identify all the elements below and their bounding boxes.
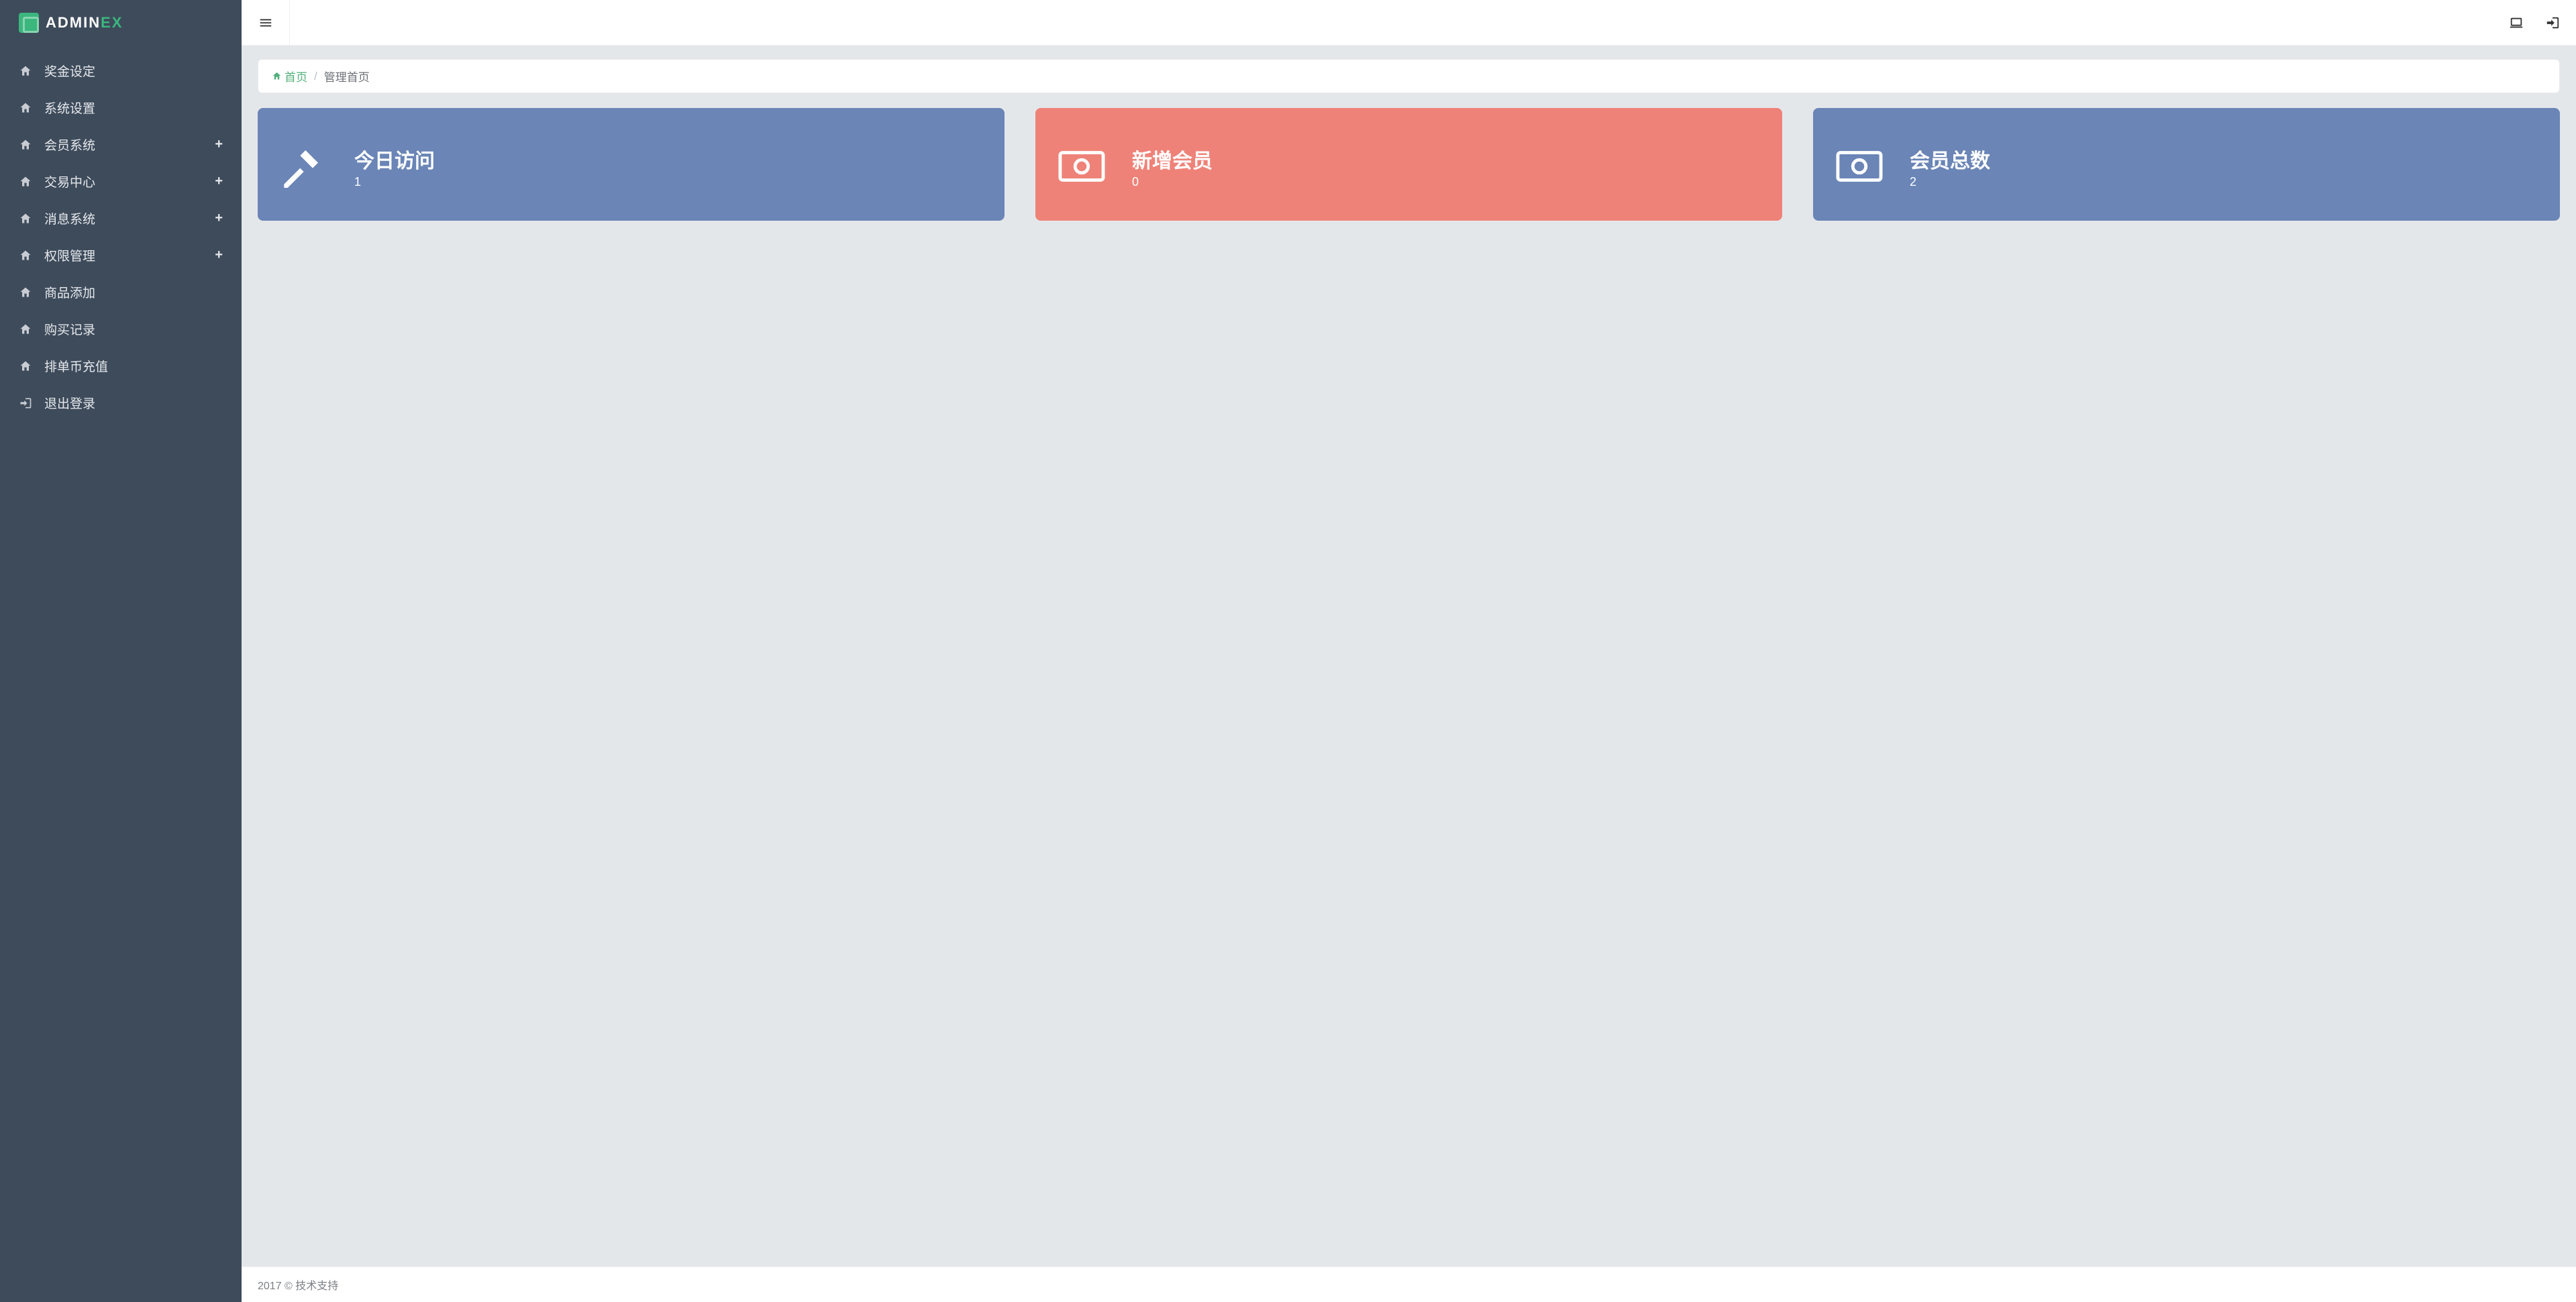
stat-card-new-members[interactable]: 新增会员 0 [1035,108,1782,221]
expand-icon[interactable]: + [215,248,223,263]
hamburger-icon [258,15,273,30]
stat-card-title: 新增会员 [1132,144,1759,174]
sidebar-item-purchase-log[interactable]: 购买记录 [0,311,242,347]
sidebar-item-add-product[interactable]: 商品添加 [0,274,242,311]
home-icon [19,360,35,373]
stat-card-title: 今日访问 [354,144,982,174]
stat-card-title: 会员总数 [1910,144,2537,174]
stat-card-total-members[interactable]: 会员总数 2 [1813,108,2560,221]
sidebar-item-label: 权限管理 [44,246,95,264]
sidebar-item-label: 系统设置 [44,99,95,117]
sidebar-item-label: 退出登录 [44,394,95,412]
topbar [242,0,2576,46]
fullscreen-button[interactable] [2509,15,2524,30]
gavel-icon [280,145,354,188]
home-icon [19,286,35,299]
home-icon [272,71,282,81]
sign-out-icon [19,396,35,410]
home-icon [19,175,35,188]
home-icon [19,138,35,152]
expand-icon[interactable]: + [215,211,223,226]
sidebar: ADMINEX 奖金设定 系统设置 会员系统 + 交易 [0,0,242,1302]
expand-icon[interactable]: + [215,137,223,152]
sidebar-item-label: 购买记录 [44,320,95,338]
logout-button[interactable] [2545,15,2560,30]
sign-out-icon [2545,15,2560,30]
money-icon [1836,150,1910,182]
footer-text: 2017 © 技术支持 [258,1281,338,1292]
logo-mark-icon [19,13,39,33]
sidebar-item-logout[interactable]: 退出登录 [0,384,242,421]
sidebar-item-permissions[interactable]: 权限管理 + [0,237,242,274]
sidebar-item-reward-settings[interactable]: 奖金设定 [0,52,242,89]
sidebar-item-message-system[interactable]: 消息系统 + [0,200,242,237]
stat-card-value: 0 [1132,175,1759,189]
breadcrumb-home-link[interactable]: 首页 [272,68,307,85]
home-icon [19,323,35,336]
content-spacer [258,221,2560,945]
breadcrumb-separator: / [314,70,317,83]
stat-card-visits-today[interactable]: 今日访问 1 [258,108,1004,221]
expand-icon[interactable]: + [215,174,223,189]
sidebar-nav: 奖金设定 系统设置 会员系统 + 交易中心 + 消息系统 [0,46,242,428]
sidebar-item-label: 商品添加 [44,283,95,301]
sidebar-item-member-system[interactable]: 会员系统 + [0,126,242,163]
content: 首页 / 管理首页 今日访问 1 新增会员 [242,46,2576,1266]
brand-text-1: ADMIN [46,14,101,32]
home-icon [19,249,35,262]
main-area: 首页 / 管理首页 今日访问 1 新增会员 [242,0,2576,1302]
stat-card-value: 1 [354,175,982,189]
footer: 2017 © 技术支持 [242,1266,2576,1302]
sidebar-item-system-settings[interactable]: 系统设置 [0,89,242,126]
sidebar-item-topup[interactable]: 排单币充值 [0,347,242,384]
breadcrumb: 首页 / 管理首页 [258,59,2560,93]
sidebar-item-label: 排单币充值 [44,357,108,375]
sidebar-item-label: 消息系统 [44,209,95,227]
home-icon [19,64,35,78]
breadcrumb-current: 管理首页 [324,68,370,85]
home-icon [19,212,35,225]
stat-cards-row: 今日访问 1 新增会员 0 会员总数 2 [258,108,2560,221]
toggle-sidebar-button[interactable] [242,0,290,46]
home-icon [19,101,35,115]
brand-text-2: EX [101,14,123,32]
sidebar-item-label: 会员系统 [44,135,95,154]
sidebar-item-trade-center[interactable]: 交易中心 + [0,163,242,200]
sidebar-item-label: 交易中心 [44,172,95,191]
laptop-icon [2509,15,2524,30]
sidebar-item-label: 奖金设定 [44,62,95,80]
money-icon [1058,150,1132,182]
breadcrumb-home-label: 首页 [285,68,307,85]
logo[interactable]: ADMINEX [0,0,242,46]
stat-card-value: 2 [1910,175,2537,189]
